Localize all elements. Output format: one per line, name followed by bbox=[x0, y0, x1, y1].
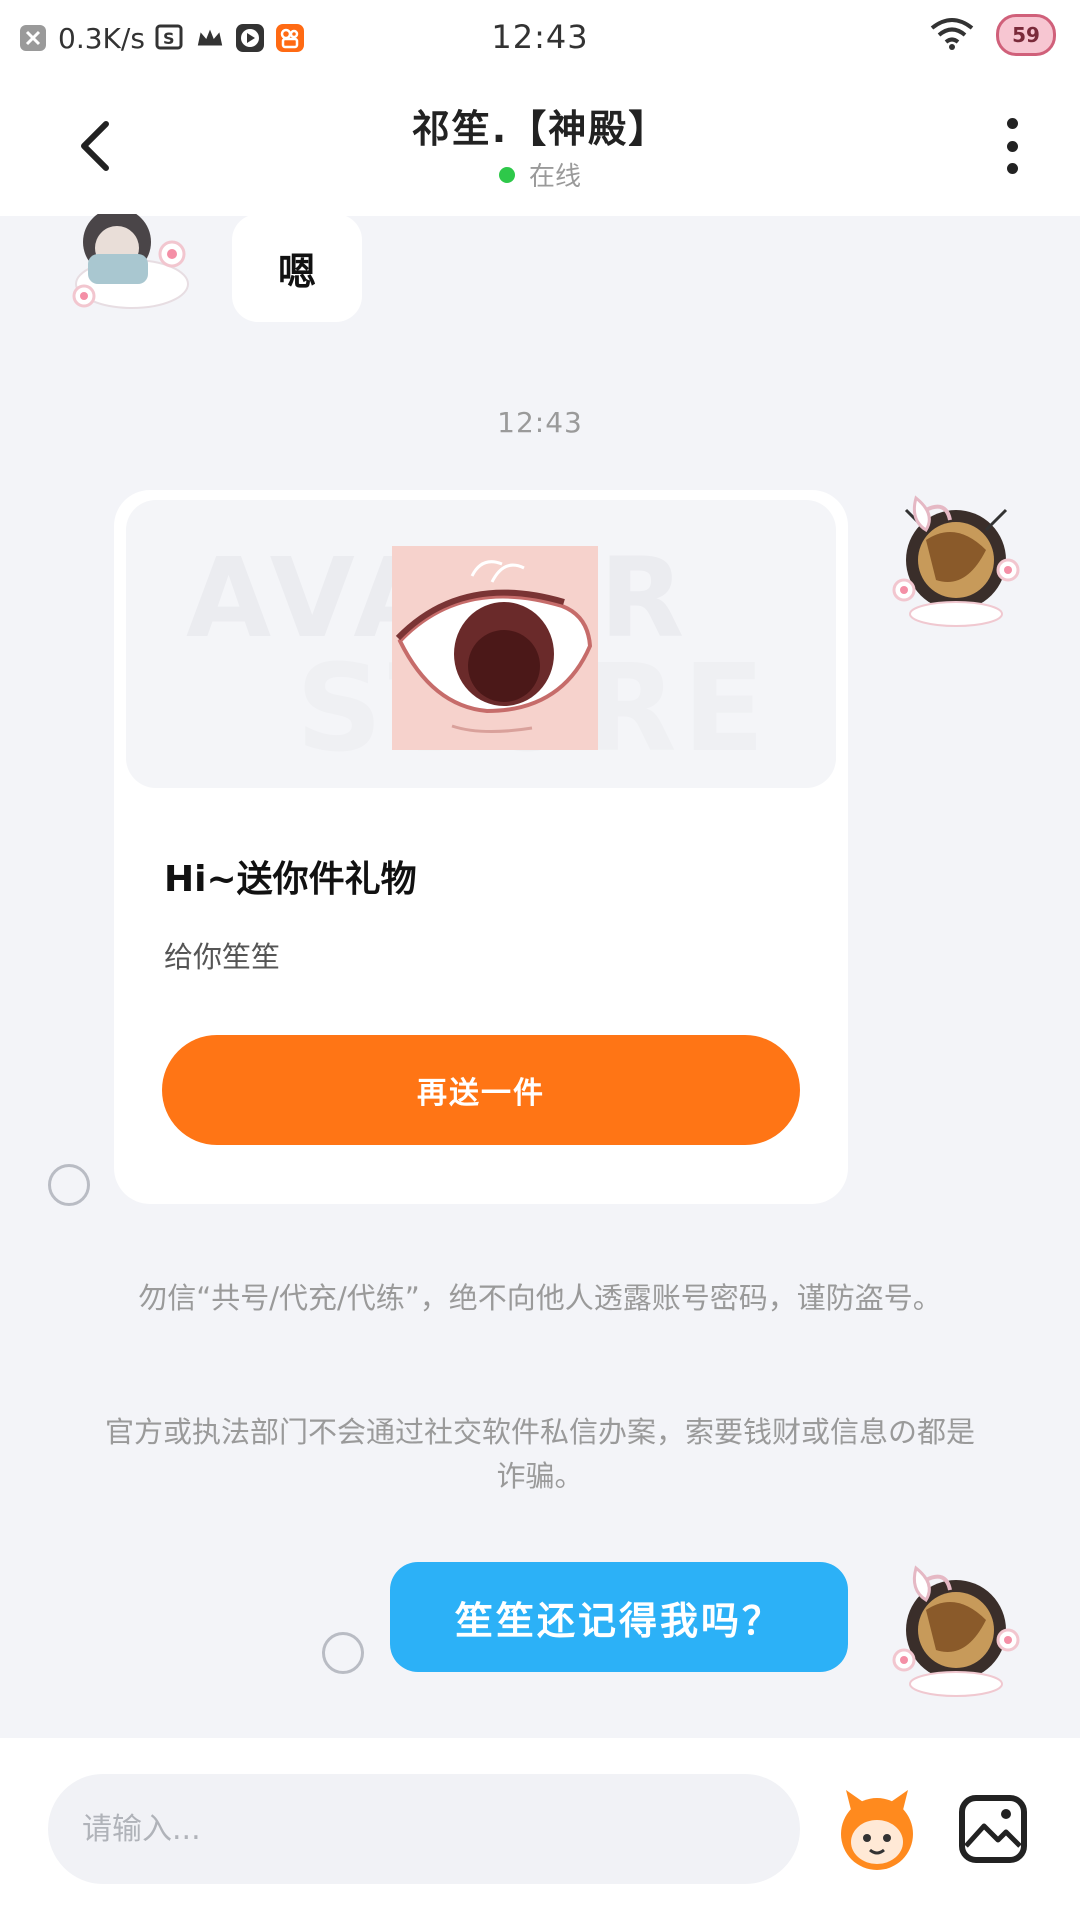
contact-name[interactable]: 祁笙.【神殿】 bbox=[0, 98, 1080, 153]
image-icon bbox=[959, 1795, 1027, 1863]
wifi-icon bbox=[930, 16, 974, 54]
gift-card[interactable]: AVATAR STORE Hi~送你件礼物 给你笙笙 再送一件 bbox=[114, 490, 848, 1204]
input-bar bbox=[0, 1738, 1080, 1920]
online-dot-icon bbox=[498, 166, 515, 183]
sent-message-bubble[interactable]: 笙笙还记得我吗？ bbox=[390, 1562, 848, 1672]
gift-card-subtitle: 给你笙笙 bbox=[164, 940, 281, 974]
image-upload-button[interactable] bbox=[958, 1794, 1028, 1864]
more-dot-icon bbox=[1006, 163, 1018, 174]
message-timestamp: 12:43 bbox=[497, 406, 583, 439]
message-input[interactable] bbox=[48, 1774, 800, 1884]
emoji-button[interactable] bbox=[832, 1784, 922, 1874]
my-avatar[interactable] bbox=[886, 1560, 1026, 1700]
gift-card-title: Hi~送你件礼物 bbox=[164, 859, 417, 900]
anti-scam-notice: 官方或执法部门不会通过社交软件私信办案，索要钱财或信息の都是诈骗。 bbox=[104, 1415, 975, 1493]
more-options-button[interactable] bbox=[1002, 118, 1022, 174]
message-select-radio[interactable] bbox=[48, 1164, 90, 1206]
status-bar: 0.3K/s S 12:43 59 bbox=[0, 0, 1080, 76]
online-status-label: 在线 bbox=[528, 162, 581, 192]
mascot-emoji-icon bbox=[841, 1790, 913, 1870]
chat-header: 祁笙.【神殿】 在线 bbox=[0, 76, 1080, 216]
send-another-gift-button[interactable]: 再送一件 bbox=[162, 1035, 800, 1145]
contact-avatar[interactable] bbox=[62, 208, 192, 324]
eye-gift-image bbox=[392, 546, 598, 750]
received-message-bubble[interactable]: 嗯 bbox=[232, 214, 362, 322]
my-avatar[interactable] bbox=[886, 490, 1026, 630]
status-right: 59 bbox=[930, 14, 1056, 56]
battery-indicator: 59 bbox=[996, 14, 1056, 56]
more-dot-icon bbox=[1006, 140, 1018, 152]
online-status: 在线 bbox=[0, 156, 1080, 193]
message-select-radio[interactable] bbox=[322, 1632, 364, 1674]
status-time: 12:43 bbox=[491, 18, 589, 56]
anti-fraud-notice: 勿信“共号/代充/代练”，绝不向他人透露账号密码，谨防盗号。 bbox=[138, 1281, 942, 1315]
gift-image-area: AVATAR STORE bbox=[126, 500, 836, 788]
more-dot-icon bbox=[1006, 118, 1018, 129]
